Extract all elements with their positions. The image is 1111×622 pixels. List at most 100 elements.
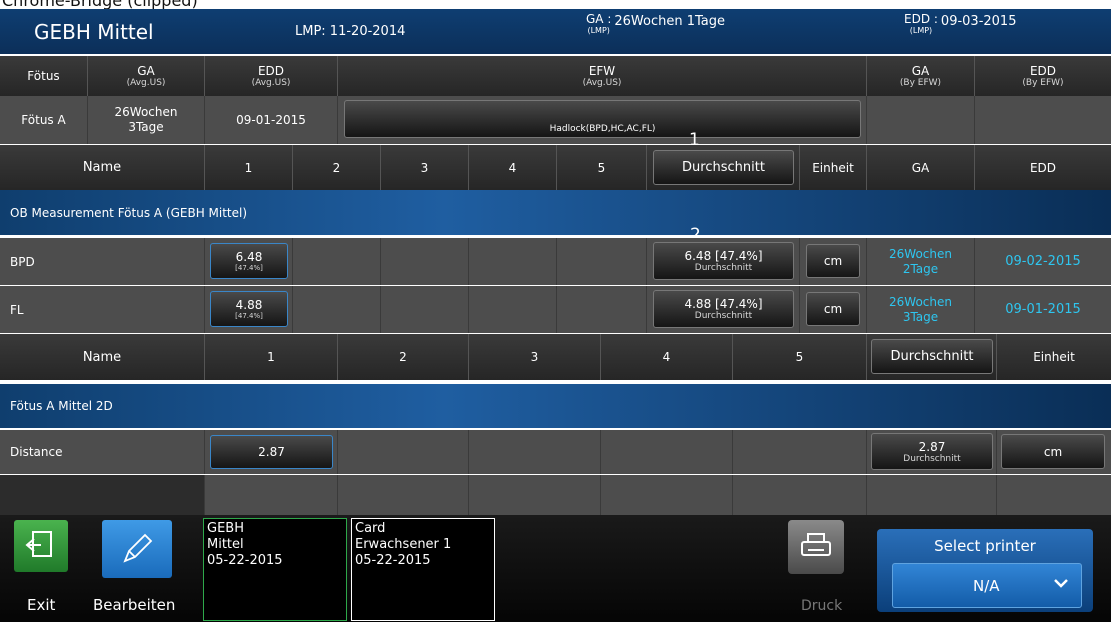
printer-dropdown[interactable]: N/A — [892, 563, 1082, 608]
ob-col-2: 2 — [293, 145, 381, 190]
twod-row-name: Distance — [0, 430, 205, 474]
ob-row-name: FL — [0, 286, 205, 333]
twod-row-cell-3 — [469, 430, 601, 474]
twod-col-name: Name — [0, 334, 205, 380]
exit-icon — [14, 520, 68, 572]
marker-1: 1 — [689, 130, 700, 150]
twod-section-header: Fötus A Mittel 2D — [0, 384, 1111, 428]
ob-col-5: 5 — [557, 145, 647, 190]
ob-col-3: 3 — [381, 145, 469, 190]
ob-col-1: 1 — [205, 145, 293, 190]
twod-col-3: 3 — [469, 334, 601, 380]
empty-cell — [469, 475, 601, 515]
efw-cell: Hadlock(BPD,HC,AC,FL) — [338, 96, 867, 144]
summary-data-row: Fötus A 26Wochen 3Tage 09-01-2015 Hadloc… — [0, 96, 1111, 144]
lmp-label: LMP: 11-20-2014 — [295, 24, 406, 39]
ob-avg-button[interactable]: 6.48 [47.4%] Durchschnitt — [653, 242, 794, 280]
ob-section-title: OB Measurement Fötus A (GEBH Mittel) — [10, 205, 248, 220]
twod-row-distance: Distance 2.87 2.87 Durchschnitt cm — [0, 430, 1111, 474]
efw-method-select[interactable]: Hadlock(BPD,HC,AC,FL) — [344, 100, 861, 138]
empty-cell — [601, 475, 733, 515]
print-label: Druck — [801, 598, 843, 614]
ob-row-cell-5 — [557, 238, 647, 285]
card2-line3: 05-22-2015 — [355, 553, 431, 568]
twod-row-cell-1: 2.87 — [205, 430, 338, 474]
ob-row-fl: FL 4.88 [47.4%] 4.88 [47.4%] Durchschnitt … — [0, 286, 1111, 333]
ob-row-cell-1: 6.48 [47.4%] — [205, 238, 293, 285]
ob-row-cell-2 — [293, 238, 381, 285]
twod-avg-button[interactable]: 2.87 Durchschnitt — [871, 433, 993, 470]
ob-unit-button[interactable]: cm — [806, 244, 860, 278]
ob-col-avg-cell: Durchschnitt — [647, 145, 800, 190]
ob-row-unit-cell: cm — [800, 286, 867, 333]
col-edd-efw: EDD (By EFW) — [975, 56, 1111, 96]
edit-button[interactable]: Bearbeiten — [92, 520, 184, 615]
ob-col-4: 4 — [469, 145, 557, 190]
twod-row-cell-4 — [601, 430, 733, 474]
ob-col-ga: GA — [867, 145, 975, 190]
ob-row-cell-4 — [469, 286, 557, 333]
exit-button[interactable]: Exit — [10, 520, 72, 615]
ob-row-ga: 26Wochen 2Tage — [867, 238, 975, 285]
twod-col-5: 5 — [733, 334, 867, 380]
ob-section-header: OB Measurement Fötus A (GEBH Mittel) — [0, 190, 1111, 235]
patient-card-card[interactable]: Card Erwachsener 1 05-22-2015 — [351, 518, 495, 621]
twod-col-unit: Einheit — [997, 334, 1111, 380]
card1-line3: 05-22-2015 — [207, 553, 283, 568]
ga-efw-value — [867, 96, 975, 144]
ob-col-name: Name — [0, 145, 205, 190]
edd-avg-value: 09-01-2015 — [205, 96, 338, 144]
twod-row-cell-5 — [733, 430, 867, 474]
col-foetus: Fötus — [0, 56, 88, 96]
select-printer-panel: Select printer N/A — [877, 529, 1093, 612]
ob-row-avg-cell: 6.48 [47.4%] Durchschnitt — [647, 238, 800, 285]
card2-line2: Erwachsener 1 — [355, 537, 452, 552]
ob-row-cell-1: 4.88 [47.4%] — [205, 286, 293, 333]
ob-unit-button[interactable]: cm — [806, 292, 860, 326]
ob-row-unit-cell: cm — [800, 238, 867, 285]
foetus-value: Fötus A — [0, 96, 88, 144]
ob-row-cell-3 — [381, 238, 469, 285]
ga-value: 26Wochen 1Tage — [614, 14, 725, 29]
twod-col-2: 2 — [338, 334, 469, 380]
ob-col-edd: EDD — [975, 145, 1111, 190]
twod-row-avg-cell: 2.87 Durchschnitt — [867, 430, 997, 474]
ob-avg-button[interactable]: 4.88 [47.4%] Durchschnitt — [653, 290, 794, 328]
twod-unit-button[interactable]: cm — [1001, 434, 1105, 469]
card1-line2: Mittel — [207, 537, 244, 552]
empty-name-cell — [0, 475, 205, 515]
empty-cell — [733, 475, 867, 515]
footer-bar: Exit Bearbeiten GEBH Mittel 05-22-2015 C… — [0, 515, 1111, 622]
empty-cell — [338, 475, 469, 515]
edd-lmp-sub: (LMP) — [909, 26, 933, 35]
twod-row-unit-cell: cm — [997, 430, 1111, 474]
pencil-icon — [102, 520, 172, 578]
twod-measure-1-button[interactable]: 2.87 — [210, 435, 333, 469]
ob-col-unit: Einheit — [800, 145, 867, 190]
ga-lmp-sub: (LMP) — [587, 26, 610, 35]
twod-col-1: 1 — [205, 334, 338, 380]
patient-card-gebh[interactable]: GEBH Mittel 05-22-2015 — [203, 518, 347, 621]
ob-row-cell-5 — [557, 286, 647, 333]
ob-table-header: Name 1 2 3 4 5 Durchschnitt Einheit GA E… — [0, 145, 1111, 190]
ob-row-edd: 09-01-2015 — [975, 286, 1111, 333]
twod-table-header: Name 1 2 3 4 5 Durchschnitt Einheit — [0, 334, 1111, 380]
ob-avg-header-button[interactable]: Durchschnitt — [653, 150, 794, 185]
ob-row-ga: 26Wochen 3Tage — [867, 286, 975, 333]
twod-avg-header-button[interactable]: Durchschnitt — [871, 339, 993, 374]
edd-label: EDD : — [904, 12, 938, 26]
page-title: GEBH Mittel — [34, 19, 154, 44]
edd-value: 09-03-2015 — [940, 14, 1017, 29]
ob-measure-1-button[interactable]: 6.48 [47.4%] — [210, 243, 288, 279]
ob-measure-1-button[interactable]: 4.88 [47.4%] — [210, 291, 288, 327]
ob-row-avg-cell: 4.88 [47.4%] Durchschnitt — [647, 286, 800, 333]
app-header: GEBH Mittel LMP: 11-20-2014 GA : (LMP) 2… — [0, 9, 1111, 54]
print-button[interactable]: Druck — [786, 520, 846, 615]
summary-header-row: Fötus GA (Avg.US) EDD (Avg.US) EFW (Avg.US)… — [0, 56, 1111, 96]
ob-row-cell-3 — [381, 286, 469, 333]
ga-avg-value: 26Wochen 3Tage — [88, 96, 205, 144]
empty-cell — [867, 475, 997, 515]
empty-cell — [205, 475, 338, 515]
twod-row-cell-2 — [338, 430, 469, 474]
col-efw-avg: EFW (Avg.US) — [338, 56, 867, 96]
